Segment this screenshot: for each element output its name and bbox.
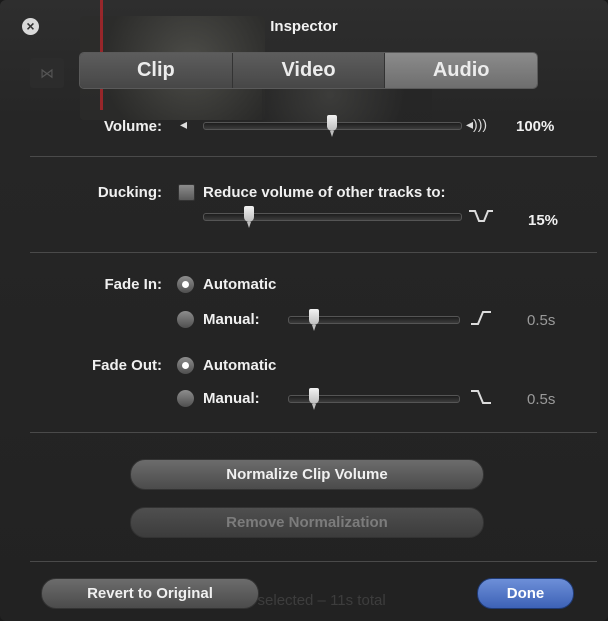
- ducking-value: 15%: [528, 212, 559, 229]
- tab-audio[interactable]: Audio: [385, 53, 537, 88]
- fade-in-automatic-label[interactable]: Automatic: [203, 276, 276, 293]
- sidebar-toggle-icon: ⋈: [30, 58, 64, 88]
- remove-normalization-button[interactable]: Remove Normalization: [130, 507, 484, 538]
- fade-in-automatic-radio[interactable]: [177, 276, 194, 293]
- separator: [30, 432, 597, 433]
- tab-video[interactable]: Video: [232, 53, 386, 88]
- fade-out-curve-icon: [471, 390, 491, 404]
- fade-in-slider-knob[interactable]: [308, 309, 319, 331]
- done-button[interactable]: Done: [477, 578, 574, 609]
- title-bar: × Inspector: [0, 0, 608, 44]
- ducking-label: Ducking:: [97, 184, 162, 201]
- volume-value: 100%: [516, 118, 555, 135]
- fade-out-slider-knob[interactable]: [308, 388, 319, 410]
- ducking-checkbox[interactable]: [178, 184, 195, 201]
- window-title: Inspector: [270, 18, 338, 35]
- fade-out-value: 0.5s: [527, 391, 556, 408]
- fade-out-automatic-radio[interactable]: [177, 357, 194, 374]
- fade-in-curve-icon: [471, 311, 491, 325]
- fade-out-automatic-label[interactable]: Automatic: [203, 357, 276, 374]
- tab-clip[interactable]: Clip: [80, 53, 233, 88]
- fade-out-manual-radio[interactable]: [177, 390, 194, 407]
- fade-in-value: 0.5s: [527, 312, 556, 329]
- fade-out-manual-label[interactable]: Manual:: [203, 390, 260, 407]
- separator: [30, 561, 597, 562]
- ducking-slider-knob[interactable]: [244, 206, 255, 228]
- volume-slider-knob[interactable]: [326, 115, 337, 137]
- fade-in-label: Fade In:: [104, 276, 162, 293]
- ducking-checkbox-label[interactable]: Reduce volume of other tracks to:: [203, 184, 446, 201]
- ducking-slider-track[interactable]: [203, 213, 462, 221]
- speaker-high-icon: ◂))): [466, 116, 488, 132]
- volume-label: Volume:: [103, 118, 162, 135]
- revert-to-original-button[interactable]: Revert to Original: [41, 578, 259, 609]
- fade-in-manual-label[interactable]: Manual:: [203, 311, 260, 328]
- separator: [30, 252, 597, 253]
- fade-in-manual-radio[interactable]: [177, 311, 194, 328]
- fade-out-label: Fade Out:: [92, 357, 162, 374]
- inspector-window: ⋈ × Inspector Clip Video Audio Volume: ◂…: [0, 0, 608, 621]
- normalize-clip-volume-button[interactable]: Normalize Clip Volume: [130, 459, 484, 490]
- speaker-low-icon: ◂: [180, 116, 188, 132]
- ducking-curve-icon: [469, 210, 493, 222]
- tab-bar: Clip Video Audio: [79, 52, 538, 89]
- separator: [30, 156, 597, 157]
